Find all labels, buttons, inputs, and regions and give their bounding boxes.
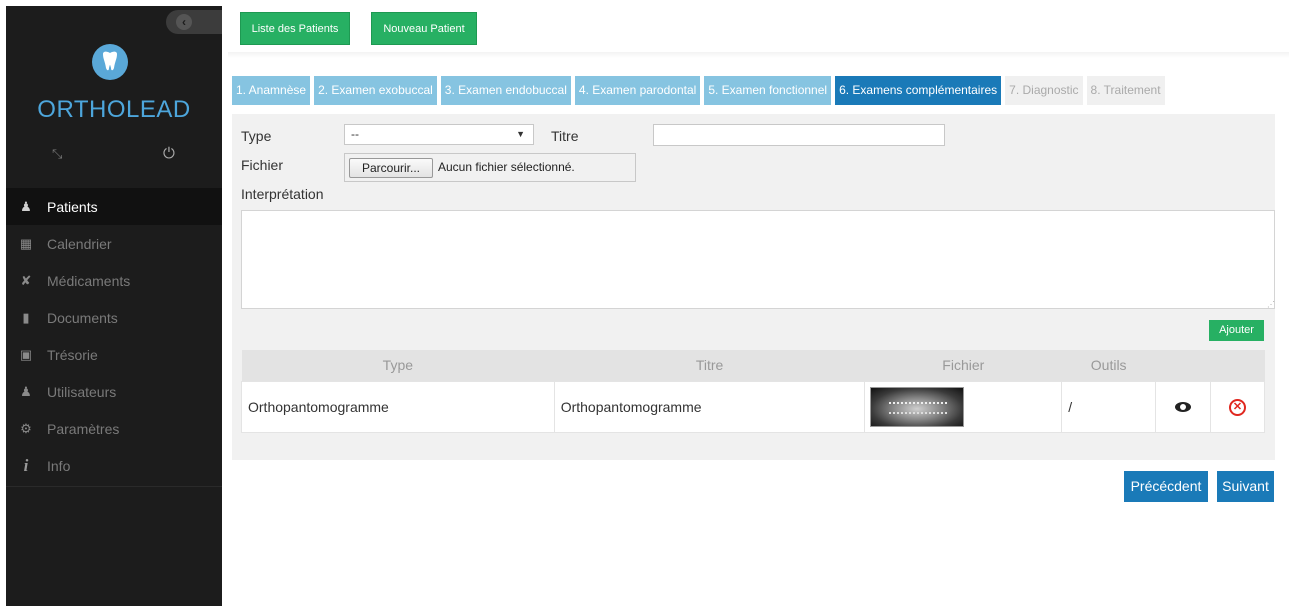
cell-fichier <box>864 380 1063 433</box>
column-header-titre: Titre <box>554 350 865 381</box>
sidebar-tools: ⤡ ⏻ <box>6 145 222 166</box>
column-header-outils: Outils <box>1061 350 1156 381</box>
sidebar-item-label: Utilisateurs <box>47 383 117 400</box>
fullscreen-icon[interactable]: ⤡ <box>52 146 62 162</box>
sidebar-item-info[interactable]: i Info <box>6 447 222 484</box>
titre-input[interactable] <box>653 124 945 146</box>
tab-5[interactable]: 5. Examen fonctionnel <box>704 76 832 105</box>
user-icon: ♟ <box>20 383 32 399</box>
tab-2[interactable]: 2. Examen exobuccal <box>314 76 437 105</box>
cell-delete: ✕ <box>1210 380 1265 433</box>
exam-tabs: 1. Anamnèse 2. Examen exobuccal 3. Examen … <box>232 76 1169 105</box>
table-row: Orthopantomogramme Orthopantomogramme / … <box>241 380 1265 433</box>
sidebar-item-parametres[interactable]: ⚙ Paramètres <box>6 410 222 447</box>
file-status: Aucun fichier sélectionné. <box>438 160 575 174</box>
sidebar-item-tresorie[interactable]: ▣ Trésorie <box>6 336 222 373</box>
pill-icon: ✘ <box>20 272 32 288</box>
cell-view <box>1155 380 1212 433</box>
sidebar-item-label: Calendrier <box>47 235 112 252</box>
menu-divider <box>6 486 222 487</box>
patients-list-button[interactable]: Liste des Patients <box>240 12 350 45</box>
type-label: Type <box>241 128 272 144</box>
sidebar-item-documents[interactable]: ▮ Documents <box>6 299 222 336</box>
delete-x-icon[interactable]: ✕ <box>1229 399 1247 416</box>
type-select-value: -- <box>351 127 359 141</box>
tab-1[interactable]: 1. Anamnèse <box>232 76 311 105</box>
exam-form-panel: Type -- ▼ Titre Fichier Parcourir... Auc… <box>232 114 1275 460</box>
sidebar-item-label: Info <box>47 457 71 474</box>
cell-type: Orthopantomogramme <box>241 380 555 433</box>
sidebar-item-medicaments[interactable]: ✘ Médicaments <box>6 262 222 299</box>
sidebar-item-label: Documents <box>47 309 118 326</box>
sidebar-item-patients[interactable]: ♟ Patients <box>6 188 222 225</box>
type-select[interactable]: -- ▼ <box>344 124 534 145</box>
settings-icon: ⚙ <box>20 420 32 436</box>
chevron-left-icon: ‹ <box>176 14 192 30</box>
tab-8[interactable]: 8. Traitement <box>1086 76 1165 105</box>
cell-titre: Orthopantomogramme <box>553 380 866 433</box>
tab-4[interactable]: 4. Examen parodontal <box>574 76 701 105</box>
next-button[interactable]: Suivant <box>1217 471 1274 502</box>
view-eye-icon[interactable] <box>1175 401 1192 412</box>
sidebar-item-label: Paramètres <box>47 420 120 437</box>
titre-label: Titre <box>551 128 579 144</box>
calendar-icon: ▦ <box>19 235 33 251</box>
tab-7[interactable]: 7. Diagnostic <box>1005 76 1083 105</box>
collapse-sidebar-button[interactable]: ‹ <box>166 10 222 34</box>
tab-3[interactable]: 3. Examen endobuccal <box>440 76 571 105</box>
table-header-row: Type Titre Fichier Outils <box>241 350 1265 381</box>
document-icon: ▮ <box>22 309 30 325</box>
add-button[interactable]: Ajouter <box>1209 320 1264 341</box>
interpretation-textarea[interactable] <box>241 210 1275 309</box>
xray-thumbnail[interactable] <box>870 386 965 427</box>
sidebar-item-label: Trésorie <box>47 346 98 363</box>
interpretation-label: Interprétation <box>241 186 324 202</box>
info-icon: i <box>23 455 29 475</box>
sidebar-item-label: Médicaments <box>47 272 131 289</box>
header-separator <box>228 52 1289 58</box>
app-root: ‹ ORTHOLEAD ⤡ ⏻ ♟ Patients ▦ Calendrier ✘ Méd… <box>0 0 1289 606</box>
resize-handle-icon[interactable]: ⋰ <box>1267 300 1275 459</box>
sidebar-item-label: Patients <box>47 198 98 215</box>
browse-button[interactable]: Parcourir... <box>349 158 433 178</box>
file-picker: Parcourir... Aucun fichier sélectionné. <box>344 153 636 182</box>
cash-icon: ▣ <box>19 346 33 362</box>
sidebar-item-utilisateurs[interactable]: ♟ Utilisateurs <box>6 373 222 410</box>
sidebar: ‹ ORTHOLEAD ⤡ ⏻ ♟ Patients ▦ Calendrier ✘ Méd… <box>6 6 222 606</box>
column-header-fichier: Fichier <box>864 350 1062 381</box>
power-icon[interactable]: ⏻ <box>163 145 175 162</box>
sidebar-item-calendrier[interactable]: ▦ Calendrier <box>6 225 222 262</box>
brand-name: ORTHOLEAD <box>37 96 191 123</box>
column-header-type: Type <box>241 350 555 381</box>
sidebar-menu: ♟ Patients ▦ Calendrier ✘ Médicaments ▮ Documen… <box>6 188 222 484</box>
caret-down-icon: ▼ <box>516 129 525 139</box>
tab-6[interactable]: 6. Examens complémentaires <box>835 76 1002 105</box>
column-header-delete <box>1210 350 1265 381</box>
fichier-label: Fichier <box>241 157 284 173</box>
column-header-view <box>1155 350 1211 381</box>
new-patient-button[interactable]: Nouveau Patient <box>371 12 477 45</box>
tooth-logo-icon <box>92 44 128 80</box>
patients-icon: ♟ <box>20 198 32 214</box>
previous-button[interactable]: Précécdent <box>1124 471 1208 502</box>
cell-outils: / <box>1061 380 1157 433</box>
exams-table: Type Titre Fichier Outils Orthopantomogr… <box>241 350 1265 433</box>
